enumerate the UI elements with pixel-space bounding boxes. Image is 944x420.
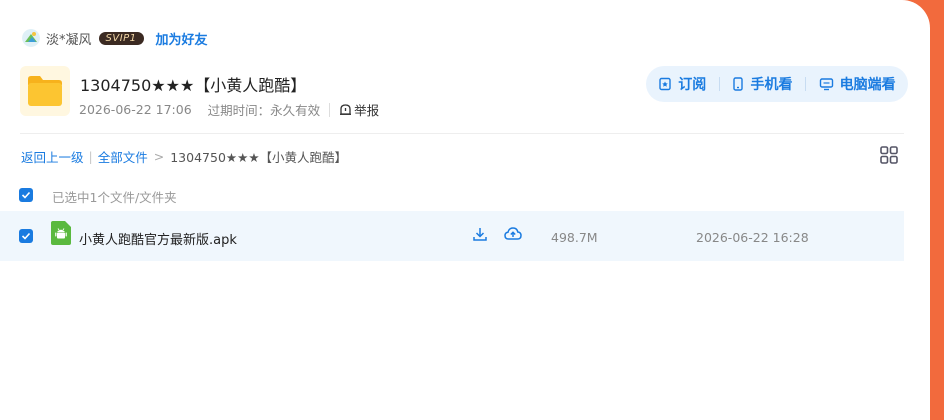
file-date: 2026-06-22 16:28 [696,230,809,245]
subscribe-label: 订阅 [678,77,707,93]
subscribe-icon [659,77,671,91]
folder-icon [20,66,70,116]
view-actions-bar: 订阅 手机看 电脑端看 [646,66,908,102]
select-all-checkbox[interactable] [19,188,33,202]
breadcrumb-separator: > [153,149,165,164]
table-row[interactable]: 小黄人跑酷官方最新版.apk 498.7M 2026-06-22 16:28 [0,211,904,261]
file-name[interactable]: 小黄人跑酷官方最新版.apk [79,229,237,248]
subscribe-button[interactable]: 订阅 [658,74,706,94]
check-icon [21,232,31,240]
selection-status: 已选中1个文件/文件夹 [52,190,177,205]
share-meta: 2026-06-22 17:06 过期时间：永久有效 举报 [79,100,379,119]
action-separator [805,77,807,91]
breadcrumb-pipe: | [88,149,93,164]
file-checkbox[interactable] [19,229,33,243]
desktop-view-button[interactable]: 电脑端看 [819,74,896,94]
save-to-cloud-icon[interactable] [504,226,522,246]
share-created-time: 2026-06-22 17:06 [79,102,192,117]
grid-view-icon[interactable] [880,146,898,164]
android-apk-icon [51,221,71,245]
share-title: 1304750★★★【小黄人跑酷】 [80,76,307,95]
phone-icon [733,77,744,91]
check-icon [21,191,31,199]
back-link[interactable]: 返回上一级 [21,147,84,166]
share-page-card: 淡*凝风 SVIP1 加为好友 1304750★★★【小黄人跑酷】 2026-0… [0,0,930,420]
avatar[interactable] [22,29,40,47]
monitor-icon [819,78,833,91]
download-icon[interactable] [472,226,488,246]
action-separator [718,77,720,91]
breadcrumb: 返回上一级 | 全部文件 > 1304750★★★【小黄人跑酷】 [21,147,347,166]
phone-view-label: 手机看 [750,77,793,93]
all-files-link[interactable]: 全部文件 [98,147,148,166]
sharer-info: 淡*凝风 SVIP1 加为好友 [22,28,208,48]
expire-time: 过期时间：永久有效 [207,103,321,118]
report-icon [340,104,352,115]
report-label: 举报 [354,103,380,118]
vip-badge: SVIP1 [98,31,144,45]
phone-view-button[interactable]: 手机看 [732,74,792,94]
file-size: 498.7M [551,230,598,245]
header-divider [20,133,904,134]
sharer-name[interactable]: 淡*凝风 [46,29,92,48]
desktop-view-label: 电脑端看 [839,77,896,93]
breadcrumb-current: 1304750★★★【小黄人跑酷】 [170,150,348,165]
meta-divider [329,102,331,117]
report-button[interactable]: 举报 [339,100,379,119]
add-friend-link[interactable]: 加为好友 [156,29,208,48]
